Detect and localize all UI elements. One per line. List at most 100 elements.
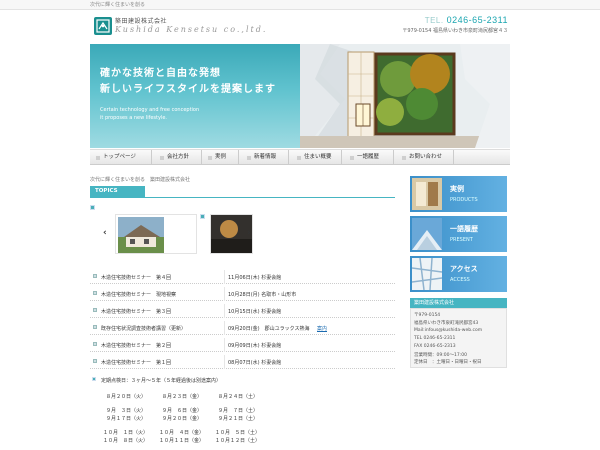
news-bullet-icon xyxy=(93,274,97,278)
topics-heading: TOPICS xyxy=(90,186,145,197)
phone-number: TEL. 0246-65-2311 xyxy=(425,15,508,25)
schedule-cell: ８月２０日（火） xyxy=(106,394,147,400)
slider-next-button[interactable]: › xyxy=(247,228,251,238)
news-item[interactable]: 木造住宅技術セミナー 第４回 11月06日(木) 杉妻会館 xyxy=(90,270,395,284)
nav-item-examples[interactable]: 実例 xyxy=(202,150,239,165)
site-tagline: 次代に輝く住まいを創る xyxy=(90,2,146,8)
news-bullet-icon xyxy=(93,359,97,363)
sidebar-banner-products[interactable]: 実例 PRODUCTS xyxy=(410,176,507,212)
company-postal: 〒979-0154 xyxy=(414,313,441,318)
nav-item-contact[interactable]: お問い合わせ xyxy=(394,150,454,165)
hero-english-line2: it proposes a new lifestyle. xyxy=(100,115,167,121)
banner-sublabel: PRESENT xyxy=(450,237,473,243)
news-separator xyxy=(224,270,225,284)
company-holidays: 定休日 ：土曜日・日曜日・祝日 xyxy=(414,360,482,365)
nav-bullet-icon xyxy=(350,155,354,160)
news-date: 08月07日(水) 杉妻会館 xyxy=(228,360,282,366)
news-bullet-icon xyxy=(93,308,97,312)
nav-item-policy[interactable]: 会社方針 xyxy=(152,150,202,165)
topic-image-icon xyxy=(90,205,95,210)
tel-label: TEL. xyxy=(424,16,444,25)
news-separator xyxy=(224,287,225,301)
nav-label: 新着情報 xyxy=(254,154,277,160)
hero-title-line1: 確かな技術と自由な発想 xyxy=(100,68,221,79)
company-fax: FAX 0246-65-2313 xyxy=(414,344,456,349)
sidebar-banner-access[interactable]: アクセス ACCESS xyxy=(410,256,507,292)
breadcrumb: 次代に輝く住まいを創る 築田建設株式会社 xyxy=(90,177,191,183)
schedule-cell: ９月１７日（火） xyxy=(106,416,147,422)
news-detail-link[interactable]: 案内 xyxy=(317,325,327,332)
news-separator xyxy=(224,338,225,352)
company-hours: 営業時間：09:00～17:00 xyxy=(414,353,467,358)
banner-sublabel: PRODUCTS xyxy=(450,197,478,203)
hero-interior-photo xyxy=(300,44,510,148)
nav-bullet-icon xyxy=(247,155,251,160)
company-info-heading: 築田建設株式会社 xyxy=(410,298,507,308)
nav-label: トップページ xyxy=(103,154,136,160)
slider-prev-button[interactable]: ‹ xyxy=(103,228,107,238)
news-separator xyxy=(224,355,225,369)
news-title: 既存住宅状況調査技術者講習（更新） xyxy=(101,326,187,332)
topic-slide-1[interactable] xyxy=(115,214,197,254)
news-title: 木造住宅技術セミナー 第２回 xyxy=(101,343,172,349)
news-bullet-icon xyxy=(93,342,97,346)
main-nav: トップページ 会社方針 実例 新着情報 住まい概要 一語履歴 お問い合わせ xyxy=(90,149,510,165)
news-bullet-icon xyxy=(93,291,97,295)
banner-label: 実例 xyxy=(450,185,464,193)
news-item[interactable]: 木造住宅技術セミナー 第１回 08月07日(水) 杉妻会館 xyxy=(90,355,395,369)
company-mail[interactable]: Mail:infous@kushida-web.com xyxy=(414,328,482,333)
news-date: 09月20日(金) 郡山ユラックス熱海 xyxy=(228,326,310,332)
news-bullet-icon xyxy=(93,325,97,329)
news-separator xyxy=(224,321,225,335)
banner-sublabel: ACCESS xyxy=(450,277,470,283)
site-header xyxy=(0,10,600,44)
news-date: 09月09日(木) 杉妻会館 xyxy=(228,343,282,349)
banner-label: アクセス xyxy=(450,265,478,273)
nav-bullet-icon xyxy=(160,155,164,160)
nav-label: 住まい概要 xyxy=(304,154,332,160)
nav-bullet-icon xyxy=(297,155,301,160)
nav-item-news[interactable]: 新着情報 xyxy=(239,150,289,165)
access-map-icon xyxy=(412,258,442,290)
schedule-cell: ８月２４日（土） xyxy=(218,394,259,400)
tel-value: 0246-65-2311 xyxy=(446,15,508,25)
schedule-cell: ９月２０日（金） xyxy=(162,416,203,422)
nav-item-history[interactable]: 一語履歴 xyxy=(342,150,394,165)
schedule-cell: １０月 １日（火） xyxy=(103,430,149,436)
news-item[interactable]: 木造住宅技術セミナー 現地視察 10月28日(月) 名取市・山形市 xyxy=(90,287,395,301)
news-item[interactable]: 既存住宅状況調査技術者講習（更新） 09月20日(金) 郡山ユラックス熱海 案内 xyxy=(90,321,395,335)
schedule-cell: ９月 ３日（火） xyxy=(106,408,147,414)
company-name-jp: 築田建設株式会社 xyxy=(115,18,168,25)
hero-title-line2: 新しいライフスタイルを提案します xyxy=(100,84,276,95)
news-item[interactable]: 木造住宅技術セミナー 第３回 10月15日(水) 杉妻会館 xyxy=(90,304,395,318)
company-address-line: 福島県いわき市泉町滝尻都宮43 xyxy=(414,321,479,326)
nav-bullet-icon xyxy=(208,155,212,160)
company-logo-icon[interactable] xyxy=(94,17,112,35)
nav-item-top[interactable]: トップページ xyxy=(90,150,152,165)
nav-label: 実例 xyxy=(215,154,227,160)
news-date: 10月28日(月) 名取市・山形市 xyxy=(228,292,297,298)
schedule-cell: ８月２３日（金） xyxy=(162,394,203,400)
schedule-cell: ９月 ７日（土） xyxy=(218,408,259,414)
company-tel: TEL 0246-65-2311 xyxy=(414,336,456,341)
hero-banner: 確かな技術と自由な発想 新しいライフスタイルを提案します Certain tec… xyxy=(90,44,510,148)
schedule-cell: ９月２１日（土） xyxy=(218,416,259,422)
schedule-bullet-icon xyxy=(92,377,96,381)
news-title: 木造住宅技術セミナー 第３回 xyxy=(101,309,172,315)
schedule-cell: １０月 ８日（火） xyxy=(103,438,149,444)
nav-item-overview[interactable]: 住まい概要 xyxy=(289,150,342,165)
sidebar-banner-history[interactable]: 一語履歴 PRESENT xyxy=(410,216,507,252)
topic-image-icon xyxy=(200,214,205,219)
schedule-title: 定期点検日：３ヶ月～５年（５年経過後は別途案内） xyxy=(101,378,222,384)
news-date: 10月15日(水) 杉妻会館 xyxy=(228,309,282,315)
schedule-cell: １０月１２日（土） xyxy=(215,438,261,444)
news-date: 11月06日(木) 杉妻会館 xyxy=(228,275,282,281)
top-bar: 次代に輝く住まいを創る xyxy=(0,0,600,10)
news-title: 木造住宅技術セミナー 第４回 xyxy=(101,275,172,281)
schedule-cell: ９月 ６日（金） xyxy=(162,408,203,414)
hero-english-line1: Certain technology and free conception xyxy=(100,107,200,113)
nav-label: 会社方針 xyxy=(167,154,190,160)
news-item[interactable]: 木造住宅技術セミナー 第２回 09月09日(木) 杉妻会館 xyxy=(90,338,395,352)
schedule-cell: １０月１１日（金） xyxy=(159,438,205,444)
news-separator xyxy=(224,304,225,318)
